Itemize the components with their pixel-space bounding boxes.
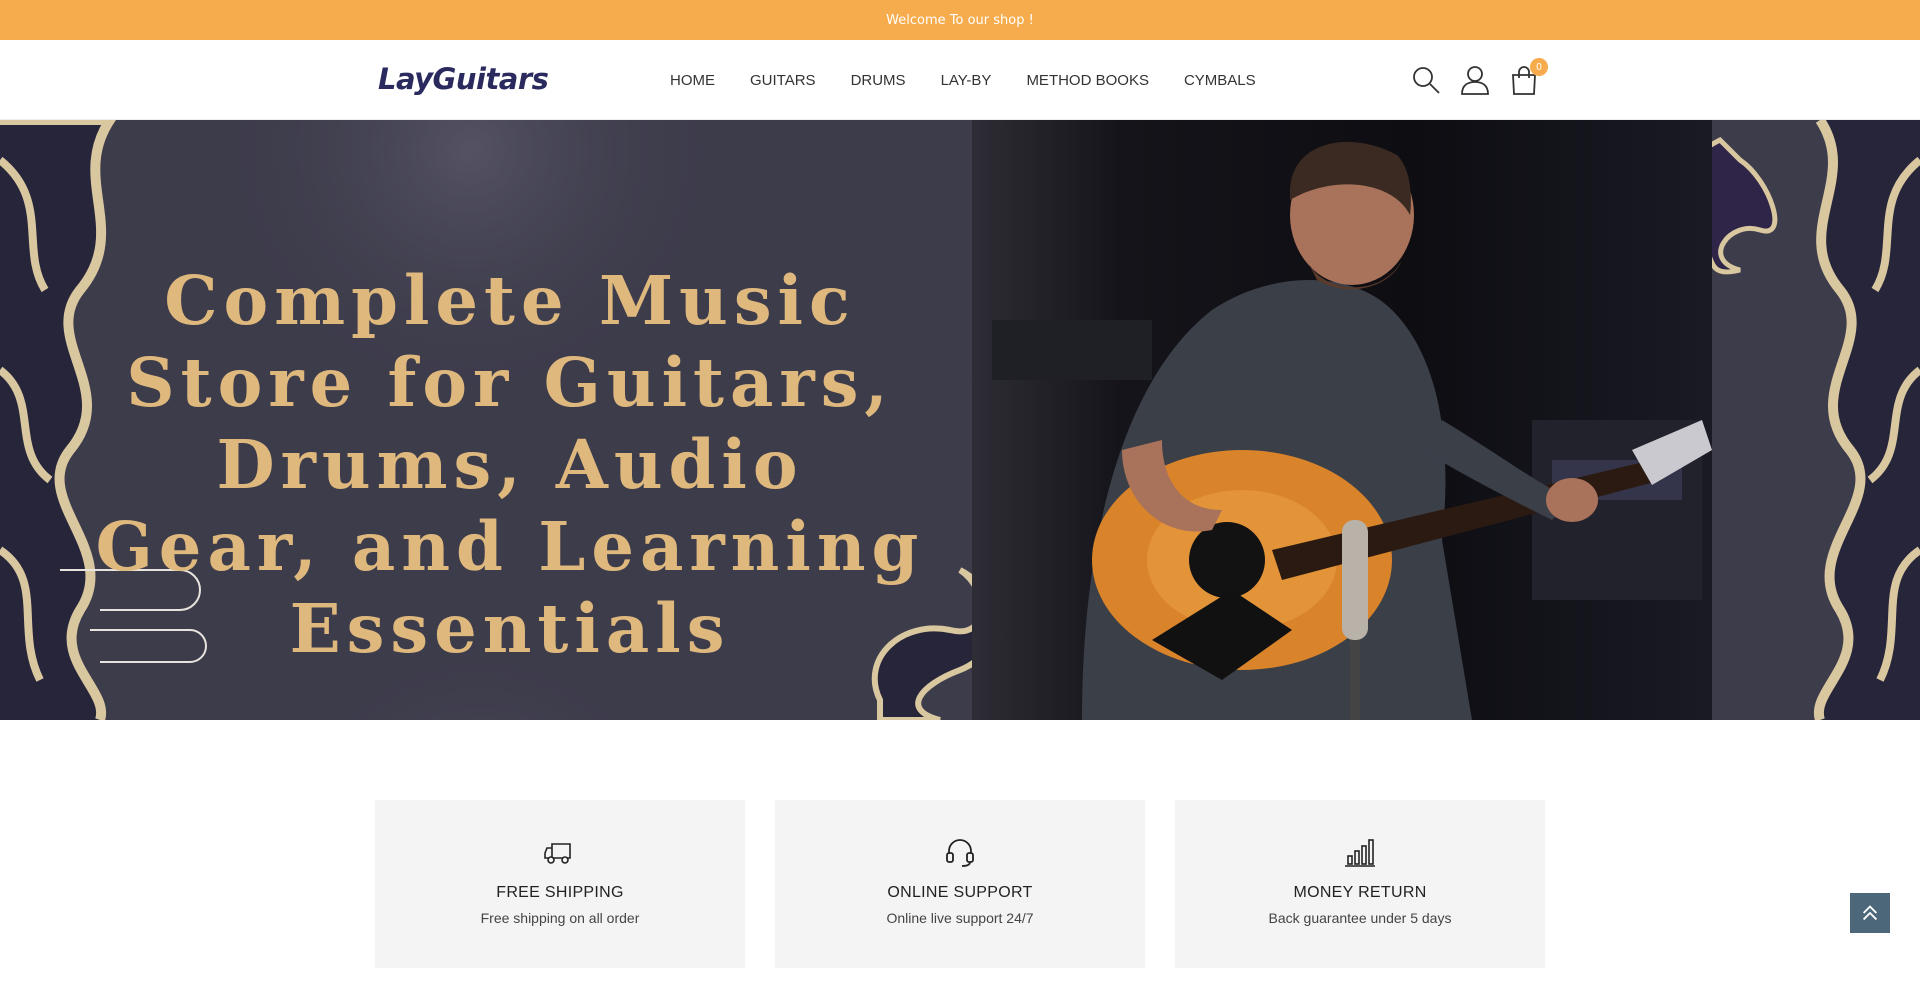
feature-subtitle: Back guarantee under 5 days [1268,910,1452,926]
feature-title: MONEY RETURN [1293,884,1427,901]
nav-item-guitars[interactable]: GUITARS [750,72,816,89]
site-header: LayGuitars HOME GUITARS DRUMS LAY-BY MET… [0,40,1920,120]
announcement-text: Welcome To our shop ! [886,12,1034,28]
feature-online-support: ONLINE SUPPORT Online live support 24/7 [775,800,1145,968]
hero-title: Complete Music Store for Guitars, Drums,… [95,261,925,668]
feature-subtitle: Online live support 24/7 [886,910,1034,926]
site-logo[interactable]: LayGuitars [378,62,549,96]
scroll-to-top-button[interactable] [1850,893,1890,933]
feature-money-return: MONEY RETURN Back guarantee under 5 days [1175,800,1545,968]
feature-subtitle: Free shipping on all order [480,910,640,926]
feature-title: FREE SHIPPING [496,884,624,901]
nav-item-home[interactable]: HOME [670,72,715,89]
nav-item-drums[interactable]: DRUMS [851,72,906,89]
feature-free-shipping: FREE SHIPPING Free shipping on all order [375,800,745,968]
feature-title: ONLINE SUPPORT [887,884,1033,901]
truck-icon [544,836,576,868]
double-chevron-up-icon [1862,905,1878,921]
guitarist-illustration [992,141,1712,720]
nav-item-cymbals[interactable]: CYMBALS [1184,72,1256,89]
cart-icon[interactable]: 0 [1508,58,1548,96]
announcement-bar: Welcome To our shop ! [0,0,1920,40]
header-icons: 0 [1410,58,1548,96]
features-section: FREE SHIPPING Free shipping on all order… [375,800,1545,968]
user-icon[interactable] [1459,64,1491,96]
main-nav: HOME GUITARS DRUMS LAY-BY METHOD BOOKS C… [670,40,1256,120]
hero-banner: Complete Music Store for Guitars, Drums,… [0,120,1920,720]
bar-chart-icon [1344,836,1376,868]
nav-item-lay-by[interactable]: LAY-BY [941,72,992,89]
nav-item-method-books[interactable]: METHOD BOOKS [1026,72,1149,89]
cart-count-badge: 0 [1530,58,1548,76]
search-icon[interactable] [1410,64,1442,96]
headset-icon [944,836,976,868]
hero-image-guitarist [972,120,1712,720]
